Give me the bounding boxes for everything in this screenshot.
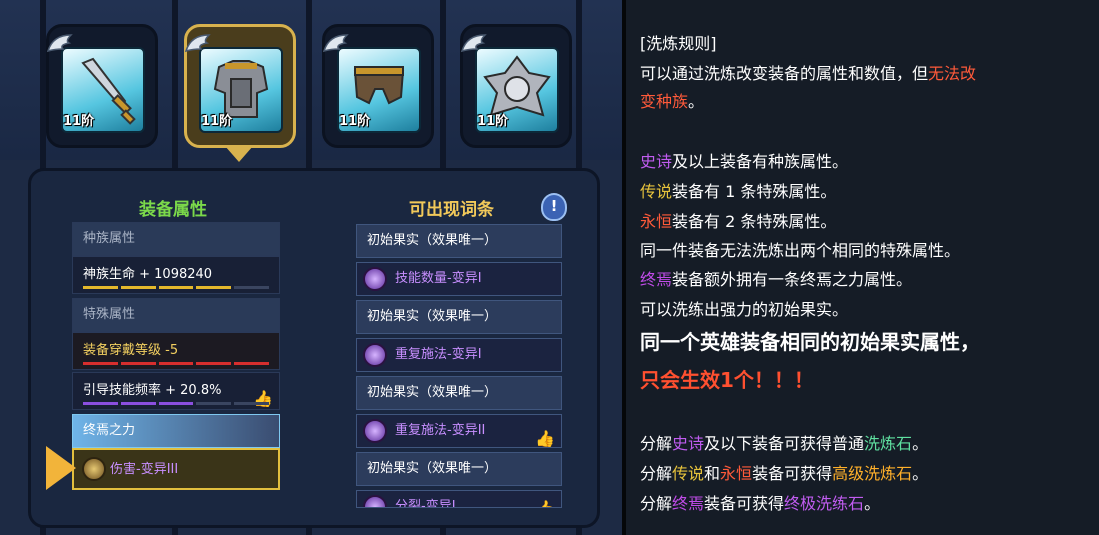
candidate-item[interactable]: 重复施法-变异II 👍 [356,414,562,448]
candidate-item[interactable]: 初始果实（效果唯一） [356,452,562,486]
candidate-label: 初始果实（效果唯一） [367,385,498,400]
rule-line: 同一件装备无法洗炼出两个相同的特殊属性。 [640,241,961,260]
slot-tier: 11阶 [63,114,95,129]
skill-orb-icon [363,343,387,367]
zhongyan-orb-icon [82,457,106,481]
rules-title: [洗炼规则] [640,34,717,53]
selected-row-pointer-icon [46,446,76,490]
candidate-label: 技能数量-变异I [395,271,482,286]
attribute-quality-bar [83,362,269,365]
wing-badge-icon [45,31,75,61]
slot-tier: 11阶 [201,114,233,129]
zhongyan-attribute-row[interactable]: 伤害-变异III [72,448,280,490]
rule-line: 变种族。 [640,92,705,111]
candidate-item[interactable]: 初始果实（效果唯一） [356,376,562,410]
special-attribute-row-2[interactable]: 引导技能频率 + 20.8% 👍 [72,372,280,410]
candidate-label: 重复施法-变异II [395,423,486,438]
candidate-label: 初始果实（效果唯一） [367,233,498,248]
rule-line: 只会生效1个！！！ [640,368,814,392]
equipment-slot-armor[interactable]: 11阶 [184,24,296,148]
info-button[interactable]: ! [541,193,567,221]
race-attribute-row[interactable]: 神族生命 + 1098240 [72,256,280,294]
wing-badge-icon [321,31,351,61]
candidate-item[interactable]: 初始果实（效果唯一） [356,224,562,258]
special-attribute-value: 引导技能频率 + 20.8% [83,383,222,398]
equipment-slot-weapon[interactable]: 11阶 [46,24,158,148]
thumbs-up-icon: 👍 [535,493,555,507]
equipment-slot-bar: 11阶 11阶 11阶 11阶 [0,0,622,535]
equipment-slot-shield[interactable]: 11阶 [460,24,572,148]
refine-rules-panel: [洗炼规则] 可以通过洗炼改变装备的属性和数值，但无法改 变种族。 史诗及以上装… [622,0,1099,535]
selected-slot-pointer [225,146,253,162]
rule-line: 分解终焉装备可获得终极洗练石。 [640,494,881,513]
candidate-item[interactable]: 技能数量-变异I [356,262,562,296]
candidate-label: 重复施法-变异I [395,347,482,362]
special-attribute-value: 装备穿戴等级 -5 [83,343,179,358]
rule-line: 可以洗练出强力的初始果实。 [640,300,849,319]
race-attribute-value: 神族生命 + 1098240 [83,267,213,282]
rule-line: 传说装备有 1 条特殊属性。 [640,182,837,201]
rule-line: 分解史诗及以下装备可获得普通洗炼石。 [640,434,929,453]
candidate-item[interactable]: 分裂-变异I 👍 [356,490,562,508]
thumbs-up-icon: 👍 [253,389,273,408]
rule-line: 史诗及以上装备有种族属性。 [640,152,849,171]
skill-orb-icon [363,419,387,443]
slot-tier: 11阶 [477,114,509,129]
rule-line: 分解传说和永恒装备可获得高级洗炼石。 [640,464,929,483]
thumbs-up-icon: 👍 [535,429,555,448]
game-screen: 11阶 11阶 11阶 11阶 装备属性 可出现词条 ! 种族属性 神族生命 +… [0,0,1099,535]
slot-tier: 11阶 [339,114,371,129]
rule-line: 同一个英雄装备相同的初始果实属性， [640,330,980,354]
candidate-label: 初始果实（效果唯一） [367,461,498,476]
skill-orb-icon [363,495,387,507]
attribute-quality-bar [83,286,269,289]
race-attribute-category: 种族属性 [72,222,280,256]
candidate-label: 初始果实（效果唯一） [367,309,498,324]
wing-badge-icon [459,31,489,61]
skill-orb-icon [363,267,387,291]
zhongyan-attribute-value: 伤害-变异III [110,462,179,477]
special-attribute-row-1[interactable]: 装备穿戴等级 -5 [72,332,280,370]
equipment-slot-pants[interactable]: 11阶 [322,24,434,148]
zhongyan-attribute-category: 终焉之力 [72,414,280,448]
candidate-item[interactable]: 初始果实（效果唯一） [356,300,562,334]
rule-line: 永恒装备有 2 条特殊属性。 [640,212,837,231]
equipment-attributes-header: 装备属性 [139,200,207,220]
special-attribute-category: 特殊属性 [72,298,280,332]
panel-divider [622,0,626,535]
rule-line: 可以通过洗炼改变装备的属性和数值，但无法改 [640,64,977,83]
rule-line: 终焉装备额外拥有一条终焉之力属性。 [640,270,913,289]
candidate-affixes-header: 可出现词条 [409,200,494,220]
wing-badge-icon [183,31,213,61]
candidate-label: 分裂-变异I [395,499,456,508]
attribute-quality-bar [83,402,269,405]
candidate-item[interactable]: 重复施法-变异I [356,338,562,372]
equipment-refine-panel: 11阶 11阶 11阶 11阶 装备属性 可出现词条 ! 种族属性 神族生命 +… [0,0,622,535]
